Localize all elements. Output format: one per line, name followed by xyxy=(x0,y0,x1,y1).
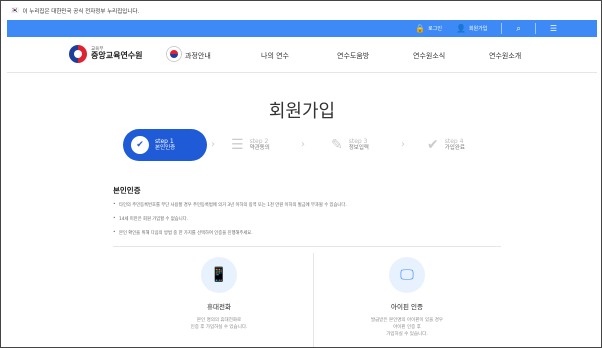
signup-steps: ✔ step 1 본인인증 › ☰ step 2 약관동의 › ✎ step 3… xyxy=(123,129,503,165)
card-desc: 가입하실 수 있습니다. xyxy=(386,332,428,338)
shield-check-icon: ✔ xyxy=(131,136,149,154)
list-item: 본인 확인을 위해 다음의 방법 중 한 가지를 선택하여 인증을 진행해주세요… xyxy=(113,230,513,236)
signup-link[interactable]: 👤 회원가입 xyxy=(456,24,487,33)
search-icon[interactable]: ⌕ xyxy=(516,24,520,34)
divider xyxy=(534,23,536,34)
page-frame: 🇰🇷 이 누리집은 대한민국 공식 전자정부 누리집입니다. 🔒 로그인 👤 회… xyxy=(0,0,602,348)
card-desc: 본인 명의의 휴대전화로 xyxy=(196,318,242,323)
step-terms: ☰ step 2 약관동의 xyxy=(231,129,270,161)
list-item: 14세 미만은 회원 가입할 수 없습니다. xyxy=(113,216,513,222)
gov-banner: 🇰🇷 이 누리집은 대한민국 공식 전자정부 누리집입니다. xyxy=(7,1,597,20)
section-title: 본인인증 xyxy=(113,186,141,195)
nav-item-news[interactable]: 연수원소식 xyxy=(413,51,445,61)
nav-item-my-training[interactable]: 나의 연수 xyxy=(261,51,289,61)
list-item: 타인의 주민등록번호를 무단 사용할 경우 주민등록법에 의거 3년 이하의 징… xyxy=(113,202,513,208)
page-title: 회원가입 xyxy=(268,101,336,122)
divider xyxy=(113,246,501,247)
card-desc: 아이핀 인증 후 xyxy=(393,325,421,331)
logo-name: 중앙교육연수원 xyxy=(91,51,143,61)
top-utility-bar: 🔒 로그인 👤 회원가입 ⌕ ☰ xyxy=(7,20,597,37)
card-title: 아이핀 인증 xyxy=(391,303,423,311)
nav-item-courses[interactable]: 과정안내 xyxy=(185,51,211,61)
phone-verification-card[interactable]: 📱 휴대전화 본인 명의의 휴대전화로 인증 후 가입하실 수 있습니다. xyxy=(129,257,309,331)
step-label: 약관동의 xyxy=(249,145,270,152)
pencil-icon: ✎ xyxy=(331,137,343,153)
signup-label: 회원가입 xyxy=(468,26,488,32)
gov-banner-text: 이 누리집은 대한민국 공식 전자정부 누리집입니다. xyxy=(22,8,140,15)
ipin-icon: 🖵 xyxy=(389,257,425,293)
korea-flag-icon: 🇰🇷 xyxy=(11,7,19,14)
login-label: 로그인 xyxy=(428,26,442,32)
step-label: 본인인증 xyxy=(155,145,176,152)
ipin-verification-card[interactable]: 🖵 아이핀 인증 발급받은 본인명의 아이핀이 있을 경우 아이핀 인증 후 가… xyxy=(317,257,497,339)
step-label: 가입완료 xyxy=(444,145,465,152)
login-link[interactable]: 🔒 로그인 xyxy=(415,24,442,33)
menu-icon[interactable]: ☰ xyxy=(550,24,557,33)
taegukgi-icon xyxy=(167,47,181,61)
main-header: 교육부 중앙교육연수원 과정안내 나의 연수 연수도움방 연수원소식 연수원소개 xyxy=(7,37,597,73)
mobile-phone-icon: 📱 xyxy=(201,257,237,293)
user-icon: 👤 xyxy=(455,24,466,33)
card-desc: 인증 후 가입하실 수 있습니다. xyxy=(190,325,248,331)
divider xyxy=(313,253,314,347)
card-desc: 발급받은 본인명의 아이핀이 있을 경우 xyxy=(371,318,443,323)
nav-item-about[interactable]: 연수원소개 xyxy=(489,51,521,61)
nav-item-help[interactable]: 연수도움방 xyxy=(337,51,369,61)
check-circle-icon: ✔ xyxy=(427,137,439,153)
chevron-right-icon: › xyxy=(401,139,405,150)
chevron-right-icon: › xyxy=(301,139,305,150)
site-logo[interactable]: 교육부 중앙교육연수원 xyxy=(69,45,143,63)
step-info: ✎ step 3 정보입력 xyxy=(331,129,369,161)
step-complete: ✔ step 4 가입완료 xyxy=(427,129,465,161)
chevron-right-icon: › xyxy=(211,139,215,150)
list-icon: ☰ xyxy=(231,137,244,153)
logo-emblem-icon xyxy=(69,45,87,63)
lock-icon: 🔒 xyxy=(415,24,426,33)
notice-list: 타인의 주민등록번호를 무단 사용할 경우 주민등록법에 의거 3년 이하의 징… xyxy=(113,202,513,244)
step-verification: ✔ step 1 본인인증 xyxy=(123,129,207,161)
card-title: 휴대전화 xyxy=(207,303,231,311)
divider xyxy=(501,23,503,34)
step-label: 정보입력 xyxy=(348,145,369,152)
